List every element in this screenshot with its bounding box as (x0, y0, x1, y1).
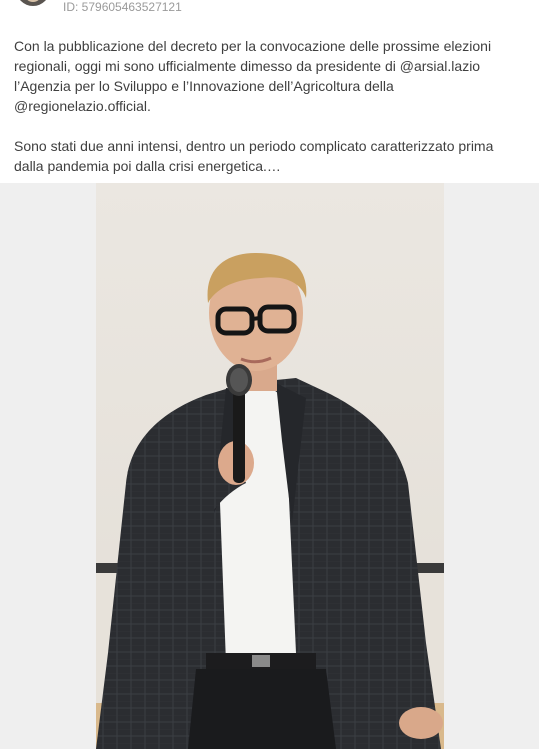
trousers (188, 669, 336, 749)
glasses-bridge (251, 316, 261, 321)
post-id: ID: 579605463527121 (63, 0, 182, 14)
post-paragraph-2: Sono stati due anni intensi, dentro un p… (14, 138, 494, 174)
microphone-handle (233, 388, 245, 483)
belt-buckle (252, 655, 270, 667)
post-text: Con la pubblicazione del decreto per la … (14, 36, 524, 176)
microphone-grill (230, 368, 248, 392)
post-paragraph-1: Con la pubblicazione del decreto per la … (14, 38, 492, 114)
avatar[interactable] (16, 0, 50, 6)
speaker-photo[interactable] (96, 183, 444, 749)
post-media[interactable] (0, 183, 539, 749)
hand-right (399, 707, 443, 739)
speaker-photo-illustration (96, 183, 444, 749)
post-header: ID: 579605463527121 (0, 0, 539, 24)
